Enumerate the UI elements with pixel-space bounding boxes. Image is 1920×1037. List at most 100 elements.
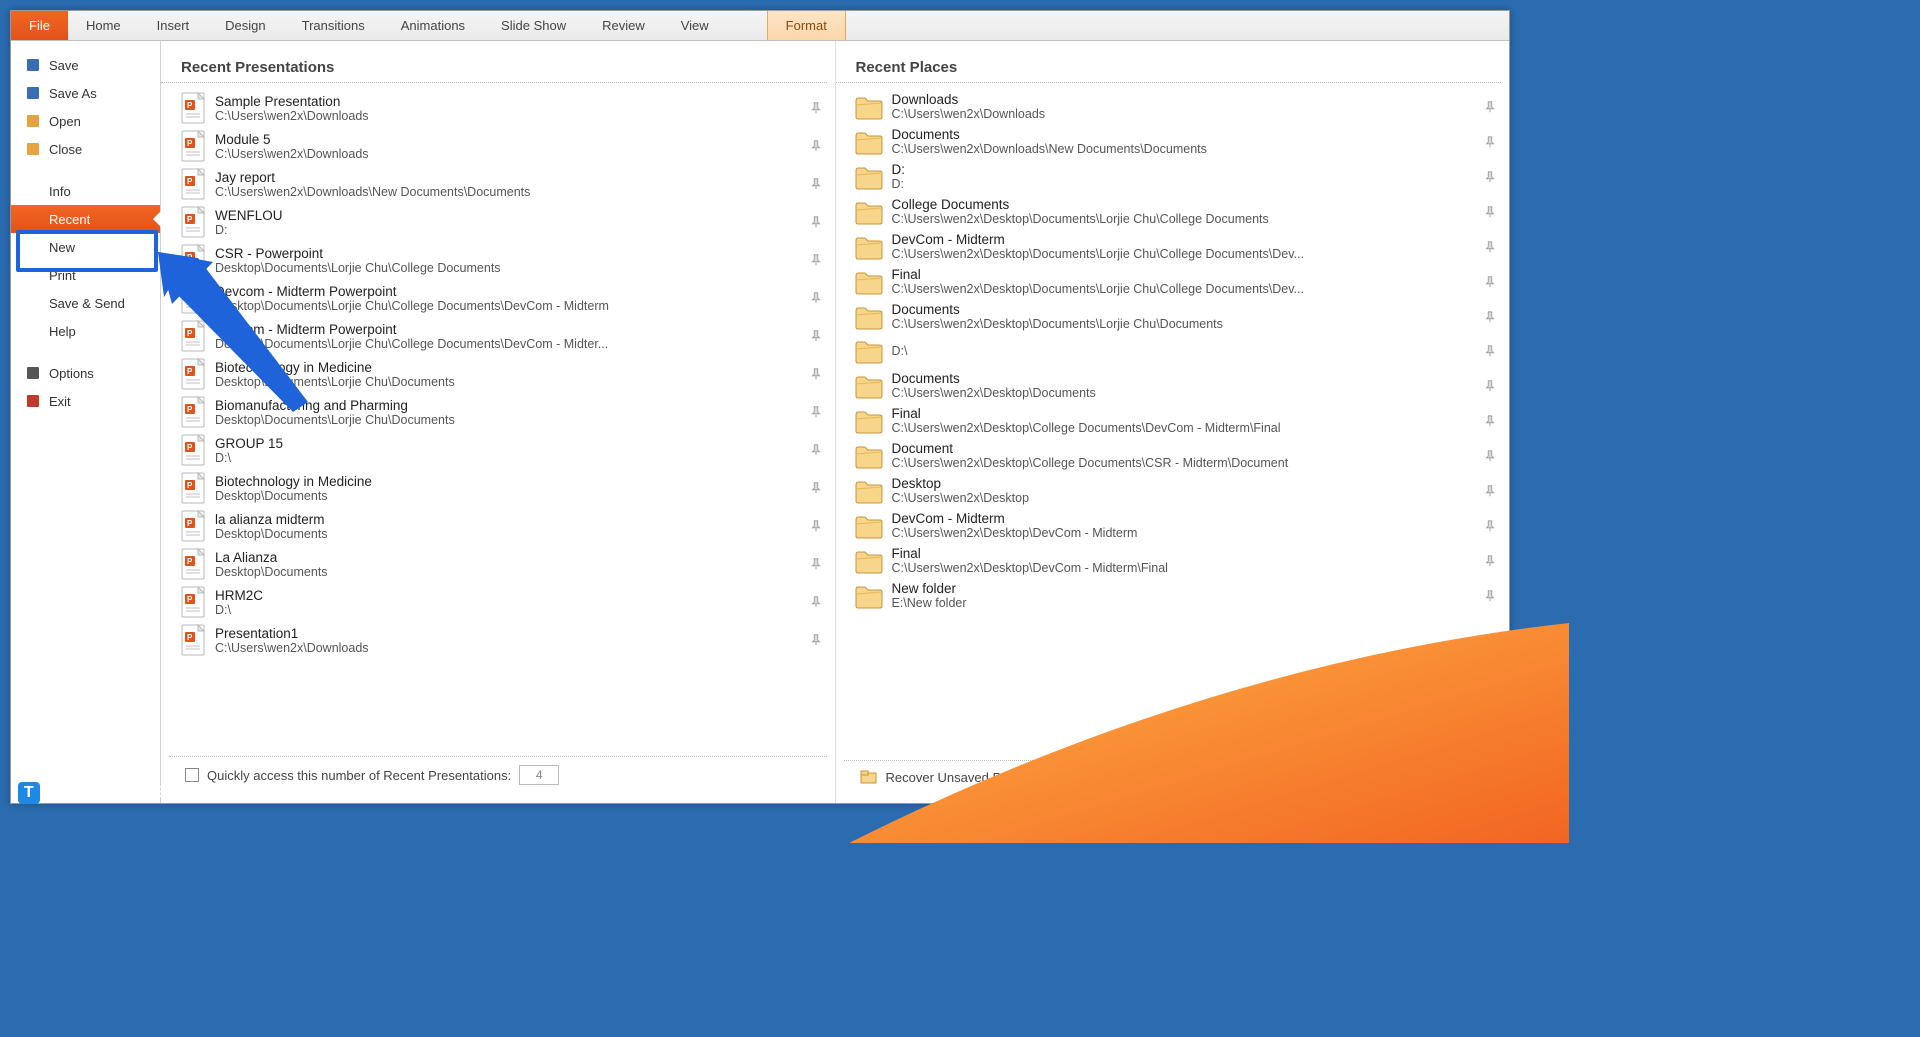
place-item[interactable]: Final C:\Users\wen2x\Desktop\DevCom - Mi… [852, 543, 1506, 578]
pin-button[interactable] [1483, 135, 1503, 149]
pin-button[interactable] [809, 367, 829, 381]
pin-button[interactable] [809, 595, 829, 609]
tab-insert[interactable]: Insert [139, 11, 208, 40]
backstage-save[interactable]: Save [11, 51, 160, 79]
backstage-options[interactable]: Options [11, 359, 160, 387]
backstage-new[interactable]: New [11, 233, 160, 261]
presentation-item[interactable]: Biotechnology in Medicine Desktop\Docume… [177, 469, 831, 507]
presentation-item[interactable]: Module 5 C:\Users\wen2x\Downloads [177, 127, 831, 165]
presentation-item[interactable]: La Alianza Desktop\Documents [177, 545, 831, 583]
backstage-help[interactable]: Help [11, 317, 160, 345]
presentation-item[interactable]: la alianza midterm Desktop\Documents [177, 507, 831, 545]
recover-icon [860, 769, 878, 785]
pin-button[interactable] [1483, 554, 1503, 568]
quick-access-checkbox[interactable] [185, 768, 199, 782]
tab-home[interactable]: Home [68, 11, 139, 40]
tab-animations[interactable]: Animations [383, 11, 483, 40]
place-item[interactable]: DevCom - Midterm C:\Users\wen2x\Desktop\… [852, 229, 1506, 264]
pin-button[interactable] [809, 633, 829, 647]
place-item[interactable]: Final C:\Users\wen2x\Desktop\Documents\L… [852, 264, 1506, 299]
backstage-save-send[interactable]: Save & Send [11, 289, 160, 317]
pin-button[interactable] [1483, 519, 1503, 533]
item-path: D:\ [892, 344, 1484, 358]
pin-button[interactable] [809, 291, 829, 305]
pin-button[interactable] [809, 557, 829, 571]
place-item[interactable]: Documents C:\Users\wen2x\Downloads\New D… [852, 124, 1506, 159]
tab-file[interactable]: File [11, 11, 68, 40]
place-item[interactable]: Downloads C:\Users\wen2x\Downloads [852, 89, 1506, 124]
folder-icon [854, 268, 884, 296]
backstage-info[interactable]: Info [11, 177, 160, 205]
item-name: Documents [892, 127, 1484, 142]
item-name: La Alianza [215, 550, 809, 565]
item-path: C:\Users\wen2x\Desktop\Documents\Lorjie … [892, 317, 1484, 331]
pin-button[interactable] [809, 177, 829, 191]
pin-button[interactable] [1483, 240, 1503, 254]
pin-button[interactable] [809, 481, 829, 495]
pin-button[interactable] [809, 405, 829, 419]
place-item[interactable]: D:\ [852, 334, 1506, 368]
backstage-exit[interactable]: Exit [11, 387, 160, 415]
pin-button[interactable] [1483, 589, 1503, 603]
tab-slide-show[interactable]: Slide Show [483, 11, 584, 40]
folder-icon [854, 582, 884, 610]
presentation-item[interactable]: Sample Presentation C:\Users\wen2x\Downl… [177, 89, 831, 127]
presentation-item[interactable]: Biomanufacturing and Pharming Desktop\Do… [177, 393, 831, 431]
pin-button[interactable] [1483, 449, 1503, 463]
pin-button[interactable] [1483, 484, 1503, 498]
place-item[interactable]: New folder E:\New folder [852, 578, 1506, 613]
place-item[interactable]: D: D: [852, 159, 1506, 194]
tab-transitions[interactable]: Transitions [284, 11, 383, 40]
item-path: E:\New folder [892, 596, 1484, 610]
presentation-item[interactable]: Jay report C:\Users\wen2x\Downloads\New … [177, 165, 831, 203]
pin-button[interactable] [1483, 100, 1503, 114]
pin-button[interactable] [809, 215, 829, 229]
pin-button[interactable] [809, 443, 829, 457]
pin-button[interactable] [809, 253, 829, 267]
presentation-item[interactable]: CSR - Powerpoint Desktop\Documents\Lorji… [177, 241, 831, 279]
presentation-item[interactable]: HRM2C D:\ [177, 583, 831, 621]
context-tab-format[interactable]: Format [767, 11, 846, 40]
folder-icon [854, 163, 884, 191]
place-item[interactable]: Document C:\Users\wen2x\Desktop\College … [852, 438, 1506, 473]
item-name: CSR - Powerpoint [215, 246, 809, 261]
pin-button[interactable] [1483, 414, 1503, 428]
place-item[interactable]: DevCom - Midterm C:\Users\wen2x\Desktop\… [852, 508, 1506, 543]
pin-button[interactable] [809, 519, 829, 533]
pin-button[interactable] [809, 139, 829, 153]
place-item[interactable]: Documents C:\Users\wen2x\Desktop\Documen… [852, 299, 1506, 334]
pin-button[interactable] [1483, 344, 1503, 358]
backstage-save-as[interactable]: Save As [11, 79, 160, 107]
place-item[interactable]: Documents C:\Users\wen2x\Desktop\Documen… [852, 368, 1506, 403]
recent-presentations-list[interactable]: Sample Presentation C:\Users\wen2x\Downl… [161, 89, 835, 756]
presentation-item[interactable]: WENFLOU D: [177, 203, 831, 241]
place-item[interactable]: Desktop C:\Users\wen2x\Desktop [852, 473, 1506, 508]
presentation-item[interactable]: GROUP 15 D:\ [177, 431, 831, 469]
presentation-item[interactable]: Devcom - Midterm Powerpoint Desktop\Docu… [177, 317, 831, 355]
recent-places-list[interactable]: Downloads C:\Users\wen2x\Downloads Docum… [836, 89, 1510, 760]
backstage-open[interactable]: Open [11, 107, 160, 135]
pin-button[interactable] [1483, 170, 1503, 184]
place-item[interactable]: Final C:\Users\wen2x\Desktop\College Doc… [852, 403, 1506, 438]
pin-button[interactable] [809, 101, 829, 115]
pin-button[interactable] [1483, 275, 1503, 289]
backstage-print[interactable]: Print [11, 261, 160, 289]
backstage-close[interactable]: Close [11, 135, 160, 163]
backstage-recent[interactable]: Recent [11, 205, 160, 233]
place-item[interactable]: College Documents C:\Users\wen2x\Desktop… [852, 194, 1506, 229]
pin-button[interactable] [1483, 310, 1503, 324]
item-path: Desktop\Documents [215, 565, 809, 579]
presentation-item[interactable]: Biotechnology in Medicine Desktop\Docume… [177, 355, 831, 393]
tab-review[interactable]: Review [584, 11, 663, 40]
pin-button[interactable] [1483, 205, 1503, 219]
quick-access-count[interactable]: 4 [519, 765, 559, 785]
item-name: Documents [892, 371, 1484, 386]
presentation-item[interactable]: Presentation1 C:\Users\wen2x\Downloads [177, 621, 831, 659]
recover-row[interactable]: Recover Unsaved Presentations [844, 760, 1502, 793]
pin-button[interactable] [809, 329, 829, 343]
item-name: Document [892, 441, 1484, 456]
tab-view[interactable]: View [663, 11, 727, 40]
presentation-item[interactable]: Devcom - Midterm Powerpoint Desktop\Docu… [177, 279, 831, 317]
tab-design[interactable]: Design [207, 11, 283, 40]
pin-button[interactable] [1483, 379, 1503, 393]
